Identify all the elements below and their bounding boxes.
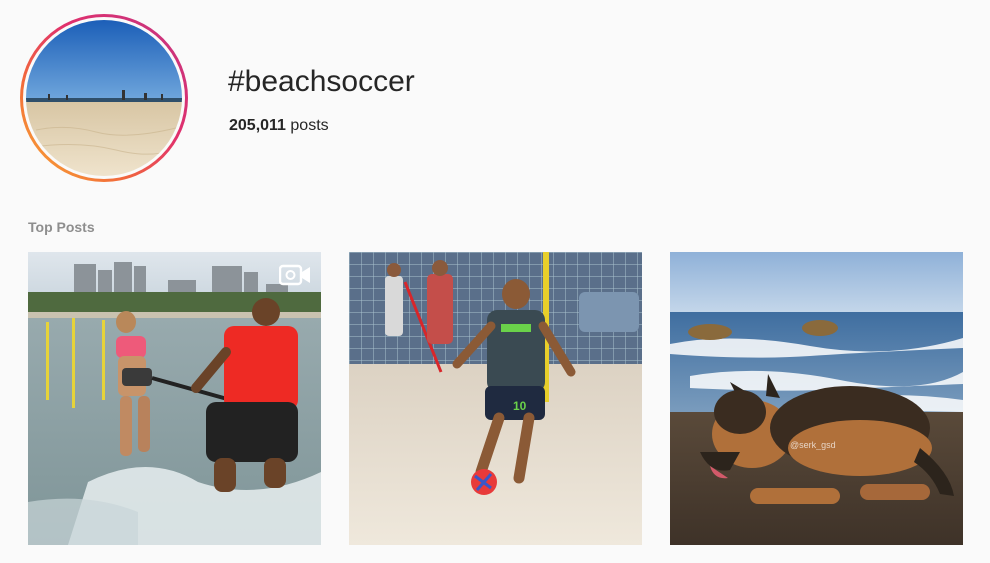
hashtag-title: #beachsoccer [228,65,415,98]
post-image-2: 10 [349,252,642,545]
post-tile-1[interactable] [28,252,321,545]
post-count-number: 205,011 [229,117,286,134]
post-count: 205,011 posts [229,116,329,136]
beach-avatar-image [26,20,182,176]
post-image-3: @serk_gsd [670,252,963,545]
top-posts-heading: Top Posts [28,219,95,235]
jersey-number: 10 [513,399,527,413]
video-icon [279,264,310,286]
hashtag-avatar[interactable] [26,20,182,176]
post-tile-3[interactable]: @serk_gsd [670,252,963,545]
image-watermark: @serk_gsd [790,440,836,450]
post-image-1 [28,252,321,545]
post-tile-2[interactable]: 10 [349,252,642,545]
post-count-suffix: posts [285,117,329,134]
hashtag-avatar-ring[interactable] [20,14,188,182]
